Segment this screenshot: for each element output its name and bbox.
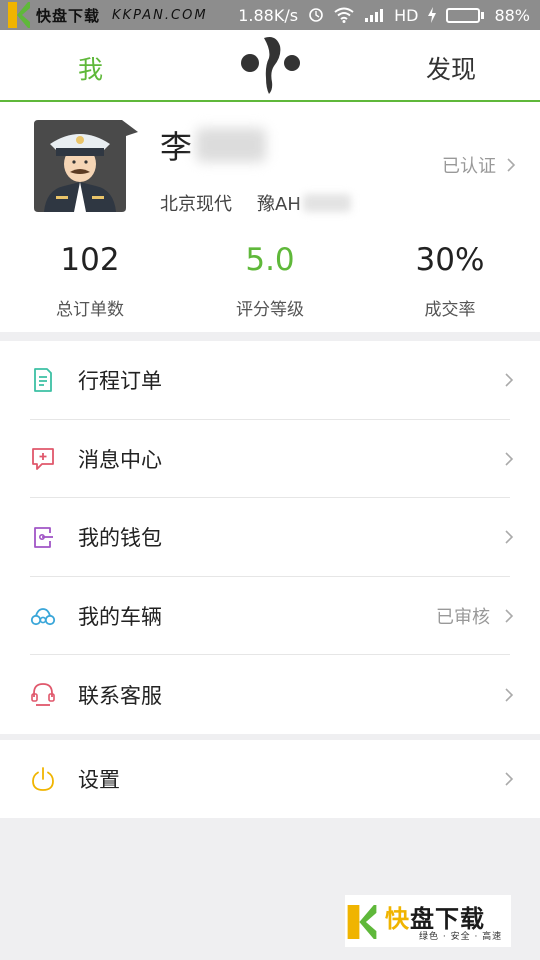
stat-label: 总订单数: [56, 300, 124, 320]
verified-status[interactable]: 已认证: [442, 152, 516, 178]
menu-item-my-vehicle[interactable]: 我的车辆 已审核: [0, 577, 540, 656]
stat-rating: 5.0 评分等级: [180, 238, 360, 320]
menu-label: 行程订单: [78, 369, 162, 394]
app-logo-icon: [241, 37, 300, 94]
watermark-text: 快盘下载: [36, 6, 101, 25]
chevron-right-icon: [507, 158, 516, 172]
stats-row: 102 总订单数 5.0 评分等级 30% 成交率: [0, 238, 540, 320]
menu-label: 设置: [78, 768, 120, 792]
tab-me[interactable]: 我: [78, 50, 103, 86]
watermark-logo-icon: [8, 2, 30, 28]
stat-completion-rate: 30% 成交率: [360, 238, 540, 320]
name-redacted: [196, 128, 267, 162]
chevron-right-icon: [505, 772, 514, 786]
stat-label: 评分等级: [236, 300, 304, 320]
battery-percent: 88%: [494, 5, 530, 25]
menu-item-customer-service[interactable]: 联系客服: [0, 655, 540, 734]
avatar[interactable]: [34, 120, 138, 212]
menu-list: 行程订单 消息中心 我的钱包 我的车辆 已审核 联系客服: [0, 341, 540, 734]
menu-label: 联系客服: [78, 683, 162, 708]
network-speed: 1.88K/s: [238, 5, 299, 25]
menu-label: 我的车辆: [78, 605, 162, 630]
stat-value: 30%: [415, 242, 485, 278]
alarm-icon: [309, 8, 323, 22]
message-plus-icon: [32, 447, 54, 470]
menu-item-messages[interactable]: 消息中心: [0, 420, 540, 499]
stat-value: 5.0: [245, 242, 295, 278]
vehicle-status: 已审核: [436, 607, 490, 629]
watermark-subtitle: 绿色 · 安全 · 高速: [419, 932, 503, 942]
driver-name: 李: [160, 122, 267, 168]
wifi-icon: [334, 7, 354, 23]
tab-discover[interactable]: 发现: [426, 50, 476, 86]
plate-redacted: [302, 194, 351, 212]
stat-total-orders: 102 总订单数: [0, 238, 180, 320]
chevron-right-icon: [505, 609, 514, 623]
watermark-logo-icon: [347, 905, 377, 939]
signal-icon: [365, 9, 384, 22]
driver-name-text: 李: [160, 128, 193, 166]
chevron-right-icon: [505, 688, 514, 702]
network-type: HD: [394, 5, 419, 25]
menu-item-trip-orders[interactable]: 行程订单: [0, 341, 540, 420]
verified-label: 已认证: [442, 156, 496, 177]
license-plate: 豫AH: [257, 190, 351, 216]
menu-label: 消息中心: [78, 447, 162, 472]
stat-value: 102: [60, 242, 120, 278]
battery-icon: [446, 7, 485, 23]
power-icon: [32, 767, 54, 791]
headset-icon: [31, 683, 55, 707]
car-cloud-icon: [30, 607, 56, 625]
plate-text: 豫AH: [257, 194, 301, 215]
chevron-right-icon: [505, 452, 514, 466]
status-bar: 快盘下载 KKPAN.COM 1.88K/s HD 88%: [0, 0, 540, 30]
wallet-icon: [34, 527, 53, 549]
watermark-badge: 快盘下载 绿色 · 安全 · 高速: [345, 895, 511, 947]
document-icon: [34, 368, 52, 392]
chevron-right-icon: [505, 373, 514, 387]
watermark-url: KKPAN.COM: [112, 7, 208, 23]
car-model: 北京现代: [160, 194, 232, 215]
profile-card[interactable]: 李 北京现代 豫AH 已认证 102 总订单数 5.0 评分等级 30% 成交率: [0, 102, 540, 332]
menu-item-wallet[interactable]: 我的钱包: [0, 498, 540, 577]
menu-item-settings[interactable]: 设置: [0, 740, 540, 818]
charging-icon: [428, 7, 437, 23]
stat-label: 成交率: [424, 300, 476, 320]
chevron-right-icon: [505, 530, 514, 545]
top-nav: 我 发现: [0, 30, 540, 102]
menu-label: 我的钱包: [78, 526, 162, 551]
